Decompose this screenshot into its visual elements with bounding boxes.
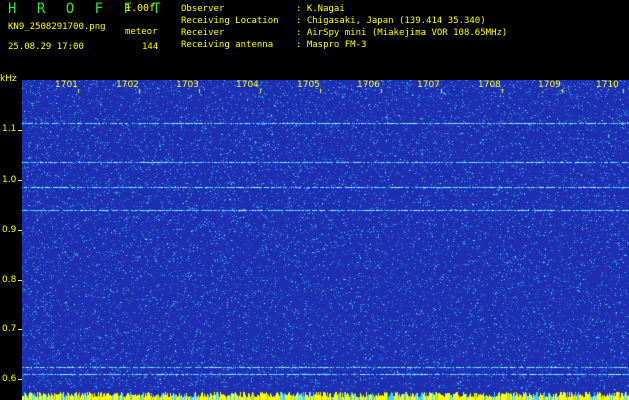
- x-tick-label: 1710: [596, 80, 619, 90]
- y-tick-mark: [18, 130, 22, 131]
- observer-label: Observer: [181, 4, 225, 14]
- y-tick-mark: [18, 230, 22, 231]
- y-tick-label: 0.9: [2, 225, 17, 235]
- x-tick-label: 1704: [236, 80, 259, 90]
- filename-label: KN9_2508291700.png: [8, 22, 106, 32]
- x-tick-label: 1709: [538, 80, 561, 90]
- count-label: 144: [142, 42, 159, 52]
- mode-label: meteor: [125, 27, 158, 37]
- y-tick-label: 0.7: [2, 324, 17, 334]
- y-tick-mark: [18, 329, 22, 330]
- y-tick-mark: [18, 280, 22, 281]
- antenna-value: : Maspro FM-3: [296, 40, 367, 50]
- receiver-value: : AirSpy mini (Miakejima VOR 108.65MHz): [296, 28, 508, 38]
- x-tick-label: 1701: [55, 80, 78, 90]
- y-tick-label: 1.0: [2, 175, 17, 185]
- x-tick-label: 1705: [297, 80, 320, 90]
- x-tick-label: 1708: [478, 80, 501, 90]
- datetime-label: 25.08.29 17:00: [8, 42, 84, 52]
- y-tick-label: 1.1: [2, 124, 17, 134]
- receiver-label: Receiver: [181, 28, 225, 38]
- x-tick-label: 1706: [357, 80, 380, 90]
- location-label: Receiving Location: [181, 16, 279, 26]
- y-tick-label: 0.6: [2, 374, 17, 384]
- x-tick-label: 1707: [417, 80, 440, 90]
- antenna-label: Receiving antenna: [181, 40, 274, 50]
- hrofft-window: H R O F F T 1.00f KN9_2508291700.png met…: [0, 0, 629, 400]
- version-label: 1.00f: [125, 3, 156, 14]
- x-tick-label: 1702: [116, 80, 139, 90]
- observer-value: : K.Nagai: [296, 4, 345, 14]
- location-value: : Chigasaki, Japan (139.414 35.340): [296, 16, 486, 26]
- y-tick-mark: [18, 379, 22, 380]
- axis-unit-label: kHz: [0, 74, 17, 84]
- x-tick-label: 1703: [176, 80, 199, 90]
- y-tick-label: 0.8: [2, 275, 17, 285]
- y-tick-mark: [18, 180, 22, 181]
- spectrogram-canvas[interactable]: [22, 80, 629, 400]
